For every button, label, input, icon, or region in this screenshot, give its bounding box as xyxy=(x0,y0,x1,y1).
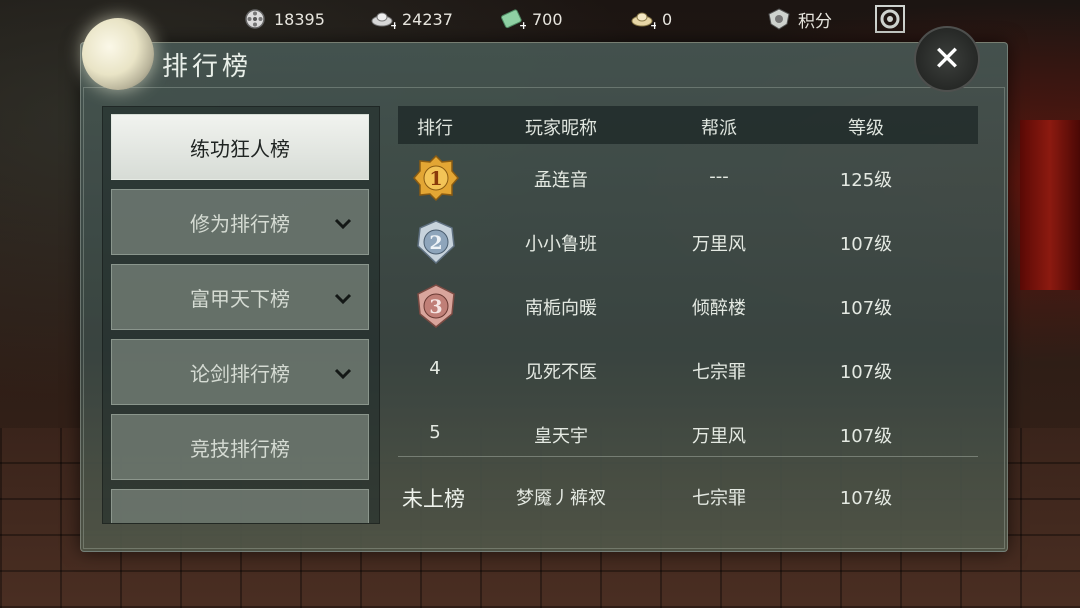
tab-label: 富甲天下榜 xyxy=(190,286,290,311)
table-row[interactable]: 3 南栀向暖 倾醉楼 107级 xyxy=(398,274,978,338)
close-button[interactable]: ✕ xyxy=(914,26,980,92)
player-level: 107级 xyxy=(839,234,893,255)
silver-rank-badge-icon: 2 xyxy=(417,220,455,265)
player-name: 皇天宇 xyxy=(534,426,588,447)
jade-ticket-add-icon: + xyxy=(500,8,528,32)
ranking-table: 排行 玩家昵称 帮派 等级 1 孟连音 --- 125级 2 小小鲁班 万里风 … xyxy=(398,106,978,526)
player-level: 107级 xyxy=(839,426,893,447)
rank-number: 1 xyxy=(429,168,442,190)
player-level: 107级 xyxy=(839,362,893,383)
tab-sword-debate[interactable]: 论剑排行榜 xyxy=(111,339,369,405)
table-row[interactable]: 2 小小鲁班 万里风 107级 xyxy=(398,210,978,274)
tab-label: 练功狂人榜 xyxy=(190,136,290,161)
coin-value: 18395 xyxy=(274,9,325,29)
divider xyxy=(398,456,978,457)
resource-coin[interactable]: 18395 xyxy=(242,6,325,32)
player-level: 125级 xyxy=(839,170,893,191)
header-guild: 帮派 xyxy=(701,118,737,139)
tab-cultivation[interactable]: 修为排行榜 xyxy=(111,189,369,255)
player-level: 107级 xyxy=(839,298,893,319)
table-row[interactable]: 1 孟连音 --- 125级 xyxy=(398,146,978,210)
resource-gold-ingot[interactable]: + 0 xyxy=(630,6,672,32)
moon-emblem xyxy=(82,18,154,90)
self-rank: 未上榜 xyxy=(402,487,465,511)
self-guild: 七宗罪 xyxy=(692,488,746,509)
chevron-down-icon xyxy=(334,218,352,230)
points-button[interactable]: 积分 xyxy=(766,6,832,32)
header-level: 等级 xyxy=(848,118,884,139)
tab-partial[interactable] xyxy=(111,489,369,523)
header-rank: 排行 xyxy=(417,118,453,139)
player-name: 见死不医 xyxy=(525,362,597,383)
resource-silver[interactable]: + 24237 xyxy=(370,6,453,32)
tab-wealth[interactable]: 富甲天下榜 xyxy=(111,264,369,330)
chevron-down-icon xyxy=(334,368,352,380)
red-pillar xyxy=(1020,120,1080,290)
svg-text:+: + xyxy=(650,19,656,30)
shield-points-icon xyxy=(766,8,792,30)
film-reel-icon xyxy=(242,8,268,30)
self-name: 梦魇丿裤衩 xyxy=(516,488,606,509)
close-icon: ✕ xyxy=(932,39,962,79)
silver-ingot-add-icon: + xyxy=(370,8,399,32)
resource-bar: 18395 + 24237 + 700 + 0 积分 xyxy=(0,0,1080,38)
gold-ingot-add-icon: + xyxy=(630,8,659,32)
svg-text:+: + xyxy=(519,19,526,30)
jade-value: 700 xyxy=(532,9,563,29)
svg-text:+: + xyxy=(390,19,396,30)
player-name: 南栀向暖 xyxy=(525,298,597,319)
rank-number: 2 xyxy=(429,232,442,254)
bronze-rank-badge-icon: 3 xyxy=(417,284,455,328)
self-level: 107级 xyxy=(839,488,893,509)
table-row[interactable]: 4 见死不医 七宗罪 107级 xyxy=(398,338,978,402)
player-guild: 万里风 xyxy=(692,426,746,447)
resource-jade[interactable]: + 700 xyxy=(500,6,563,32)
player-guild: 七宗罪 xyxy=(692,362,746,383)
ingot-value: 0 xyxy=(662,9,673,29)
settings-icon xyxy=(875,5,905,33)
gold-rank-badge-icon: 1 xyxy=(413,154,459,202)
category-tab-list[interactable]: 练功狂人榜 修为排行榜 富甲天下榜 论剑排行榜 竞技排行榜 xyxy=(102,106,380,524)
player-name: 小小鲁班 xyxy=(525,234,597,255)
silver-value: 24237 xyxy=(402,9,453,29)
tab-arena[interactable]: 竞技排行榜 xyxy=(111,414,369,480)
player-guild: 倾醉楼 xyxy=(692,298,746,319)
player-name: 孟连音 xyxy=(534,170,588,191)
player-guild: 万里风 xyxy=(692,234,746,255)
rank-number: 5 xyxy=(429,422,441,443)
panel-title: 排行榜 xyxy=(162,52,253,82)
tab-label: 修为排行榜 xyxy=(190,211,290,236)
settings-button[interactable] xyxy=(874,4,906,34)
table-header: 排行 玩家昵称 帮派 等级 xyxy=(398,106,978,144)
player-guild: --- xyxy=(709,166,729,187)
points-label: 积分 xyxy=(798,11,832,32)
rank-number: 3 xyxy=(429,296,442,318)
header-name: 玩家昵称 xyxy=(525,118,597,139)
tab-label: 论剑排行榜 xyxy=(190,361,290,386)
chevron-down-icon xyxy=(334,293,352,305)
rank-number: 4 xyxy=(429,358,441,379)
tab-training-madman[interactable]: 练功狂人榜 xyxy=(111,114,369,180)
tab-label: 竞技排行榜 xyxy=(190,436,290,461)
